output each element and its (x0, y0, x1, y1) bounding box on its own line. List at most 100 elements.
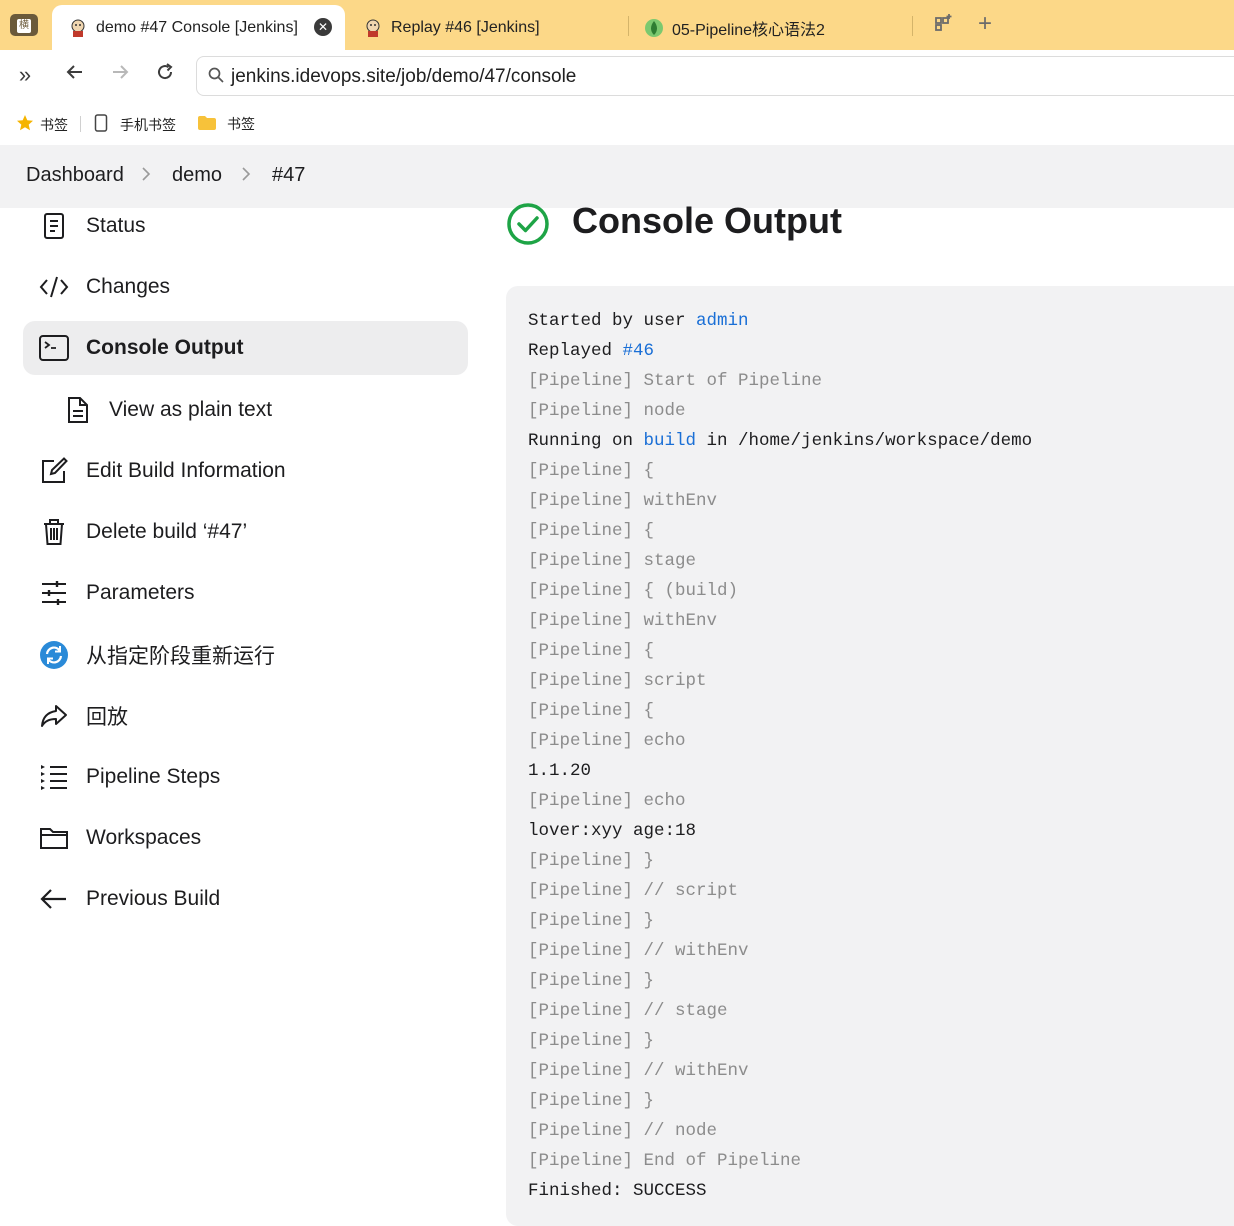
console-line-text: [Pipeline] withEnv (528, 491, 718, 511)
tab-replay[interactable]: Replay #46 [Jenkins] (345, 5, 615, 50)
sidebar-item-label: Edit Build Information (86, 459, 286, 482)
arrow-left-icon (39, 884, 69, 914)
document-icon (63, 395, 93, 425)
sidebar-item-label: 从指定阶段重新运行 (86, 645, 275, 668)
sidebar-item-delete-build[interactable]: Delete build ‘#47’ (23, 505, 468, 559)
bookmark-label: 手机书签 (120, 116, 176, 133)
console-line-text: [Pipeline] // withEnv (528, 941, 749, 961)
close-tab-icon[interactable]: ✕ (314, 18, 332, 36)
tab-pipeline-doc[interactable]: 05-Pipeline核心语法2 (630, 5, 910, 50)
restart-icon (39, 640, 69, 670)
console-line-text: [Pipeline] Start of Pipeline (528, 371, 823, 391)
bookmarks-bar: 书签 手机书签 书签 (0, 104, 1234, 142)
console-line: [Pipeline] echo (528, 726, 1032, 756)
tab-demo-console[interactable]: demo #47 Console [Jenkins] ✕ (52, 5, 345, 50)
bookmark-item[interactable]: 书签 (197, 114, 255, 134)
vertical-tabs-button[interactable]: 横 (10, 14, 38, 36)
console-line-text: [Pipeline] echo (528, 731, 686, 751)
console-line: Finished: SUCCESS (528, 1176, 1032, 1206)
terminal-icon (39, 333, 69, 363)
console-line-text: [Pipeline] End of Pipeline (528, 1151, 802, 1171)
forward-icon[interactable] (107, 62, 133, 88)
sidebar-item-parameters[interactable]: Parameters (23, 566, 468, 620)
sidebar-item-label: Workspaces (86, 826, 202, 849)
breadcrumb-build[interactable]: #47 (272, 164, 305, 187)
console-line-text: in /home/jenkins/workspace/demo (696, 431, 1033, 451)
console-line-text: [Pipeline] { (528, 641, 655, 661)
console-line-text: [Pipeline] echo (528, 791, 686, 811)
console-line-text: [Pipeline] withEnv (528, 611, 718, 631)
sidebar-item-label: Status (86, 214, 146, 237)
vertical-tabs-label: 横 (17, 19, 31, 33)
console-line-text: [Pipeline] stage (528, 551, 697, 571)
sidebar-item-label: Console Output (86, 336, 244, 359)
console-link[interactable]: #46 (623, 341, 655, 361)
console-line: [Pipeline] } (528, 906, 1032, 936)
console-line-text: [Pipeline] node (528, 401, 686, 421)
reload-icon[interactable] (152, 62, 178, 88)
star-icon (16, 114, 34, 135)
tab-title: 05-Pipeline核心语法2 (672, 21, 825, 39)
console-line-text: [Pipeline] } (528, 971, 655, 991)
console-link[interactable]: build (644, 431, 697, 451)
url-text: jenkins.idevops.site/job/demo/47/console (231, 66, 577, 87)
sidebar-expand-icon[interactable]: » (12, 62, 38, 88)
replay-icon (39, 701, 69, 731)
console-line: [Pipeline] node (528, 396, 1032, 426)
sidebar-item-replay[interactable]: 回放 (23, 689, 468, 743)
sidebar-item-restart-stage[interactable]: 从指定阶段重新运行 (23, 628, 468, 682)
sidebar-item-status[interactable]: Status (23, 199, 468, 253)
success-check-icon (506, 202, 550, 251)
tab-separator (628, 16, 629, 36)
console-line-text: [Pipeline] // node (528, 1121, 718, 1141)
sidebar-item-workspaces[interactable]: Workspaces (23, 811, 468, 865)
console-line: [Pipeline] // script (528, 876, 1032, 906)
console-line-text: [Pipeline] } (528, 1091, 655, 1111)
sidebar-item-view-plain-text[interactable]: View as plain text (23, 383, 468, 437)
console-line: [Pipeline] echo (528, 786, 1032, 816)
sidebar-item-previous-build[interactable]: Previous Build (23, 872, 468, 926)
console-line-text: Running on (528, 431, 644, 451)
sidebar-item-label: 回放 (86, 706, 128, 729)
console-line: [Pipeline] { (build) (528, 576, 1032, 606)
address-bar[interactable]: jenkins.idevops.site/job/demo/47/console (196, 56, 1234, 96)
sidebar-item-label: Changes (86, 275, 171, 298)
code-icon (39, 272, 69, 302)
tab-groups-icon[interactable] (934, 12, 954, 38)
console-line-text: [Pipeline] // stage (528, 1001, 728, 1021)
console-line-text: [Pipeline] // withEnv (528, 1061, 749, 1081)
console-line-text: [Pipeline] // script (528, 881, 739, 901)
breadcrumb-demo[interactable]: demo (172, 164, 222, 187)
bookmark-item[interactable]: 书签 (16, 114, 68, 135)
breadcrumb-dashboard[interactable]: Dashboard (26, 164, 124, 187)
console-line: [Pipeline] { (528, 456, 1032, 486)
sidebar-item-pipeline-steps[interactable]: Pipeline Steps (23, 750, 468, 804)
console-line: [Pipeline] withEnv (528, 486, 1032, 516)
sidebar-item-edit-build-info[interactable]: Edit Build Information (23, 444, 468, 498)
new-tab-icon[interactable]: + (978, 10, 992, 38)
console-line-text: [Pipeline] } (528, 911, 655, 931)
bookmark-item[interactable]: 手机书签 (94, 114, 176, 135)
console-line: [Pipeline] withEnv (528, 606, 1032, 636)
console-line-text: Replayed (528, 341, 623, 361)
console-line: [Pipeline] // stage (528, 996, 1032, 1026)
console-link[interactable]: admin (696, 311, 749, 331)
console-line: Replayed #46 (528, 336, 1032, 366)
tab-separator (912, 16, 913, 36)
sidebar-item-label: Pipeline Steps (86, 765, 221, 788)
console-line: Running on build in /home/jenkins/worksp… (528, 426, 1032, 456)
console-line: [Pipeline] { (528, 696, 1032, 726)
console-line: [Pipeline] End of Pipeline (528, 1146, 1032, 1176)
sidebar-item-console-output[interactable]: Console Output (23, 321, 468, 375)
sidebar-item-label: Parameters (86, 581, 195, 604)
sidebar-item-label: Previous Build (86, 887, 221, 910)
console-line-text: [Pipeline] { (528, 461, 655, 481)
console-line: [Pipeline] } (528, 1026, 1032, 1056)
back-icon[interactable] (62, 62, 88, 88)
status-icon (39, 211, 69, 241)
sidebar-item-label: View as plain text (109, 398, 273, 421)
sidebar-item-changes[interactable]: Changes (23, 260, 468, 314)
console-line: [Pipeline] } (528, 1086, 1032, 1116)
console-line-text: [Pipeline] { (528, 521, 655, 541)
tab-title: Replay #46 [Jenkins] (391, 18, 540, 36)
